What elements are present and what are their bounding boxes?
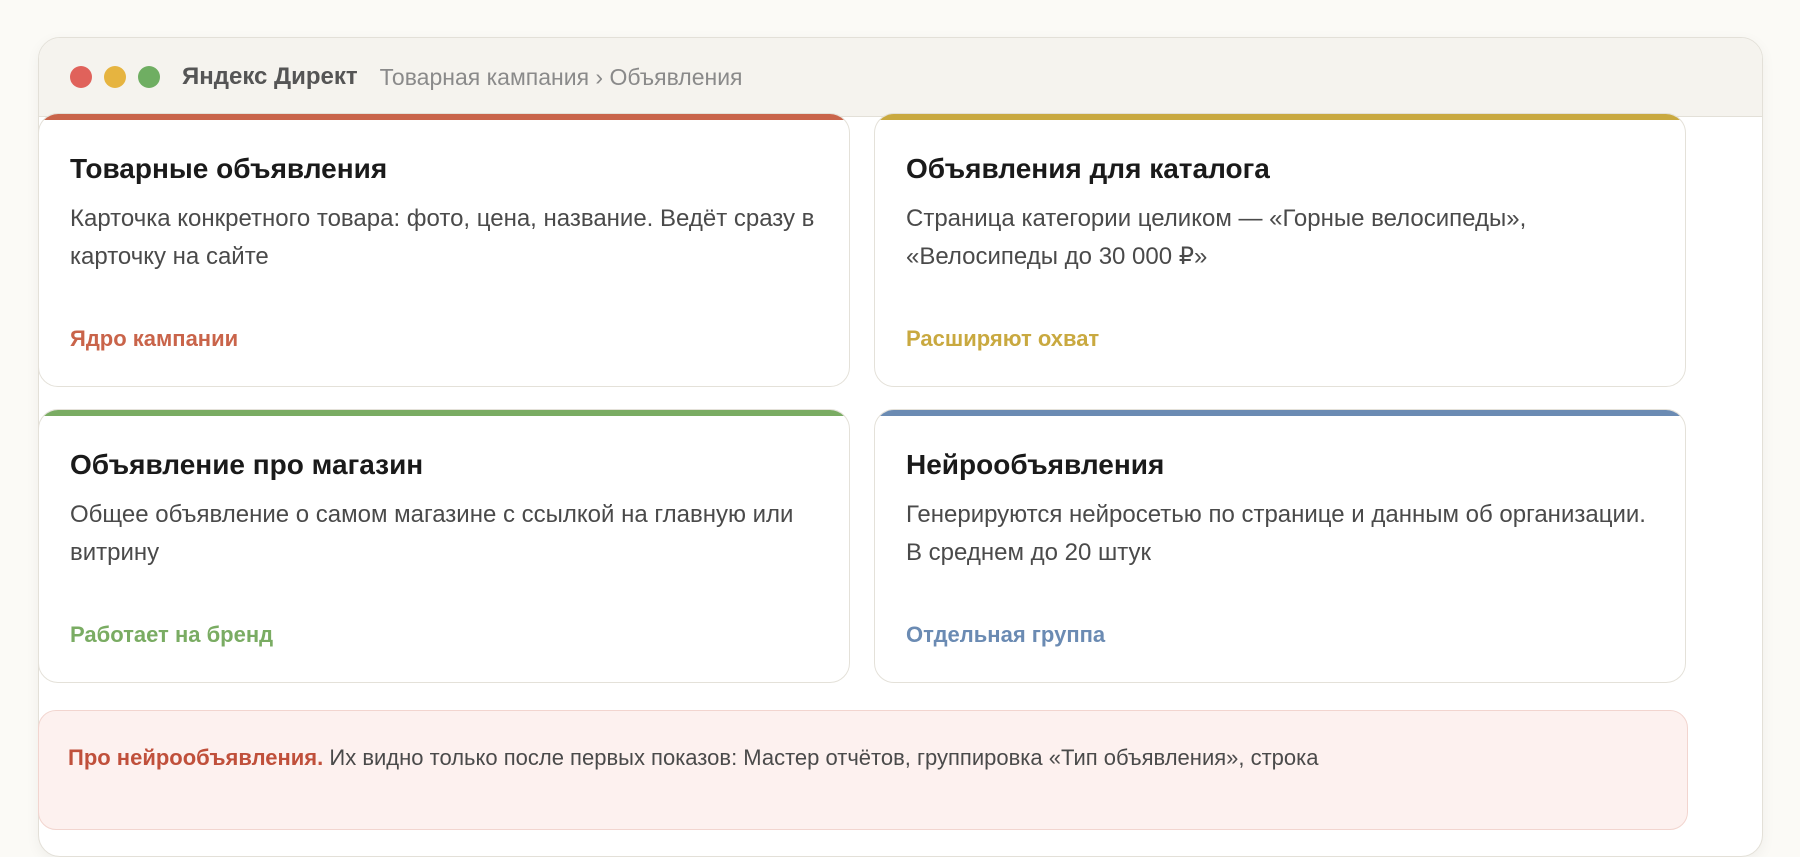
minimize-window-button[interactable]	[104, 66, 126, 88]
close-window-button[interactable]	[70, 66, 92, 88]
card-description: Общее объявление о самом магазине с ссыл…	[70, 501, 794, 566]
card-title: Объявление про магазин	[70, 449, 424, 480]
card-catalog-ads: Объявления для каталога Страница категор…	[874, 113, 1686, 387]
note-label: Про нейрообъявления.	[68, 745, 324, 770]
card-tag: Ядро кампании	[70, 326, 239, 351]
card-description: Карточка конкретного товара: фото, цена,…	[70, 205, 815, 270]
card-description: Генерируются нейросетью по странице и да…	[906, 501, 1646, 566]
card-accent-bar	[875, 410, 1685, 416]
card-title: Нейрообъявления	[906, 449, 1165, 480]
card-title: Объявления для каталога	[906, 153, 1270, 184]
app-title: Яндекс Директ	[182, 63, 358, 90]
card-accent-bar	[39, 114, 849, 120]
card-tag: Работает на бренд	[70, 622, 274, 647]
card-tag: Расширяют охват	[906, 326, 1100, 351]
maximize-window-button[interactable]	[138, 66, 160, 88]
card-product-ads: Товарные объявления Карточка конкретного…	[38, 113, 850, 387]
info-note: Про нейрообъявления. Их видно только пос…	[38, 710, 1688, 830]
card-accent-bar	[39, 410, 849, 416]
card-title: Товарные объявления	[70, 153, 388, 184]
card-tag: Отдельная группа	[906, 622, 1106, 647]
card-description: Страница категории целиком — «Горные вел…	[906, 205, 1527, 270]
ad-types-grid: Товарные объявления Карточка конкретного…	[38, 113, 1688, 683]
card-accent-bar	[875, 114, 1685, 120]
card-neuro-ads: Нейрообъявления Генерируются нейросетью …	[874, 409, 1686, 683]
breadcrumb: Товарная кампания › Объявления	[379, 63, 743, 90]
card-store-ad: Объявление про магазин Общее объявление …	[38, 409, 850, 683]
title-bar: Яндекс Директ Товарная кампания › Объявл…	[39, 38, 1762, 117]
note-text: Их видно только после первых показов: Ма…	[329, 745, 1319, 770]
